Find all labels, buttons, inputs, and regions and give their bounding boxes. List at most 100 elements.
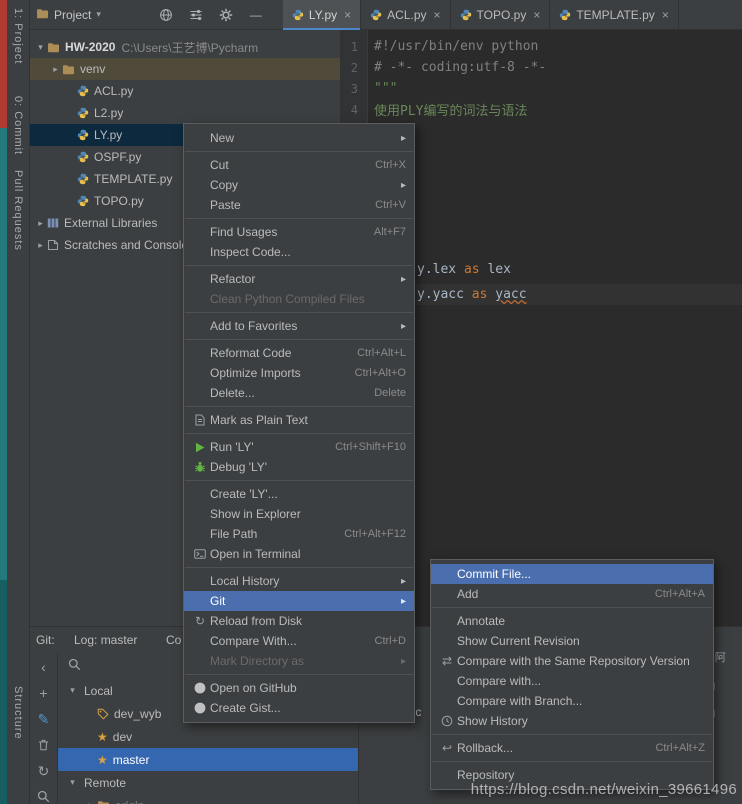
context-menu-item-cut[interactable]: CutCtrl+X — [184, 155, 414, 175]
menu-separator — [432, 734, 712, 735]
tree-item-hw-2020[interactable]: ▾ HW-2020 C:\Users\王艺博\Pycharm — [30, 36, 340, 58]
menu-item-label: Mark as Plain Text — [210, 413, 308, 427]
tab-close-icon[interactable]: × — [533, 8, 540, 22]
editor-tab-topo-py[interactable]: TOPO.py× — [451, 0, 551, 30]
chevron-down-icon[interactable]: ▾ — [66, 777, 79, 788]
editor-line: 1#!/usr/bin/env python — [340, 36, 742, 57]
context-menu-item-find-usages[interactable]: Find UsagesAlt+F7 — [184, 222, 414, 242]
chevron-right-icon[interactable]: ▸ — [34, 218, 47, 229]
back-icon[interactable]: ‹ — [36, 659, 52, 674]
branch-label: Remote — [84, 776, 126, 790]
git-submenu-item-annotate[interactable]: Annotate — [431, 611, 713, 631]
desktop-edge-strip — [0, 128, 7, 580]
toolwindow-button-project[interactable]: 1: Project — [12, 8, 24, 64]
context-menu-item-new[interactable]: New▸ — [184, 128, 414, 148]
git-submenu-item-add[interactable]: AddCtrl+Alt+A — [431, 584, 713, 604]
menu-item-label: Find Usages — [210, 225, 277, 239]
chevron-right-icon[interactable]: ▸ — [34, 240, 47, 251]
menu-separator — [185, 480, 413, 481]
context-menu-item-open-on-github[interactable]: Open on GitHub — [184, 678, 414, 698]
context-menu-item-add-to-favorites[interactable]: Add to Favorites▸ — [184, 316, 414, 336]
minimize-icon[interactable]: — — [247, 6, 265, 24]
find-icon[interactable] — [36, 789, 52, 804]
tree-item-venv[interactable]: ▸venv — [30, 58, 340, 80]
chevron-down-icon[interactable]: ▾ — [66, 685, 79, 696]
toolwindow-button-pull-requests[interactable]: Pull Requests — [12, 170, 24, 251]
context-menu-item-show-in-explorer[interactable]: Show in Explorer — [184, 504, 414, 524]
refresh-icon[interactable]: ↻ — [36, 763, 52, 778]
chevron-right-icon[interactable]: ▸ — [84, 800, 97, 804]
refresh-icon: ↻ — [38, 764, 50, 778]
submenu-arrow-icon: ▸ — [385, 576, 406, 587]
gear-icon[interactable] — [217, 6, 235, 24]
menu-item-label: Local History — [210, 574, 279, 588]
tab-label: ACL.py — [387, 8, 426, 22]
context-menu-item-open-in-terminal[interactable]: Open in Terminal — [184, 544, 414, 564]
code-text: 使用PLY编写的词法与语法 — [374, 100, 527, 119]
branch-item-dev[interactable]: ★dev — [58, 725, 358, 748]
context-menu-item-create-gist[interactable]: Create Gist... — [184, 698, 414, 718]
watermark-text: https://blog.csdn.net/weixin_39661496 — [471, 781, 737, 798]
context-menu-item-create-ly[interactable]: Create 'LY'... — [184, 484, 414, 504]
context-menu-item-copy[interactable]: Copy▸ — [184, 175, 414, 195]
menu-separator — [185, 339, 413, 340]
chevron-down-icon[interactable]: ▾ — [34, 42, 47, 53]
menu-item-label: Show History — [457, 714, 528, 728]
add-icon[interactable]: + — [36, 685, 52, 700]
context-menu-item-mark-as-plain-text[interactable]: Mark as Plain Text — [184, 410, 414, 430]
context-menu-item-compare-with[interactable]: Compare With...Ctrl+D — [184, 631, 414, 651]
context-menu-item-run-ly[interactable]: Run 'LY'Ctrl+Shift+F10 — [184, 437, 414, 457]
globe-icon[interactable] — [157, 6, 175, 24]
git-submenu-item-compare-with-branch[interactable]: Compare with Branch... — [431, 691, 713, 711]
git-submenu-item-rollback[interactable]: ↩Rollback...Ctrl+Alt+Z — [431, 738, 713, 758]
git-submenu-item-show-current-revision[interactable]: Show Current Revision — [431, 631, 713, 651]
toolwindow-button-commit[interactable]: 0: Commit — [12, 96, 24, 155]
git-submenu-item-show-history[interactable]: Show History — [431, 711, 713, 731]
context-menu-item-git[interactable]: Git▸ — [184, 591, 414, 611]
project-toolwindow-header[interactable]: Project ▾ — [36, 8, 101, 22]
tree-item-l2-py[interactable]: L2.py — [30, 102, 340, 124]
tab-close-icon[interactable]: × — [344, 8, 351, 22]
git-submenu-item-compare-with-the-same-repository-version[interactable]: ⇄Compare with the Same Repository Versio… — [431, 651, 713, 671]
context-menu-item-reformat-code[interactable]: Reformat CodeCtrl+Alt+L — [184, 343, 414, 363]
context-menu-item-local-history[interactable]: Local History ▸ — [184, 571, 414, 591]
plain-text-icon — [195, 414, 205, 426]
context-menu-item-delete[interactable]: Delete...Delete — [184, 383, 414, 403]
menu-shortcut: Ctrl+Alt+A — [639, 588, 705, 600]
branch-item-origin[interactable]: ▸origin — [58, 794, 358, 804]
context-menu-item-file-path[interactable]: File PathCtrl+Alt+F12 — [184, 524, 414, 544]
menu-item-label: Reload from Disk — [210, 614, 302, 628]
tree-item-acl-py[interactable]: ACL.py — [30, 80, 340, 102]
context-menu-item-inspect-code[interactable]: Inspect Code... — [184, 242, 414, 262]
branch-item-master[interactable]: ★master — [58, 748, 358, 771]
editor-line: 4使用PLY编写的词法与语法 — [340, 99, 742, 120]
chevron-right-icon[interactable]: ▸ — [49, 64, 62, 75]
toolwindow-button-structure[interactable]: Structure — [12, 686, 24, 740]
edit-icon[interactable]: ✎ — [36, 711, 52, 726]
context-menu-item-reload-from-disk[interactable]: ↻Reload from Disk — [184, 611, 414, 631]
delete-icon[interactable] — [36, 737, 52, 752]
menu-item-label: Paste — [210, 198, 241, 212]
tree-item-path: C:\Users\王艺博\Pycharm — [121, 39, 258, 56]
context-menu-item-paste[interactable]: PasteCtrl+V — [184, 195, 414, 215]
git-submenu-item-commit-file[interactable]: Commit File... — [431, 564, 713, 584]
editor-tab-ly-py[interactable]: LY.py× — [283, 0, 361, 30]
submenu-arrow-icon: ▸ — [385, 596, 406, 607]
python-icon — [292, 9, 304, 21]
toolbar-icons: — — [157, 6, 265, 24]
code-line-import-lex: y.lex as lex — [417, 262, 511, 277]
editor-tab-acl-py[interactable]: ACL.py × — [361, 0, 450, 30]
tab-log-master[interactable]: Log: master — [74, 633, 137, 647]
git-submenu-item-compare-with[interactable]: Compare with... — [431, 671, 713, 691]
menu-item-icon-slot: ⇄ — [437, 655, 457, 667]
tab-console[interactable]: Co — [166, 633, 181, 647]
branch-item-remote[interactable]: ▾ Remote — [58, 771, 358, 794]
context-menu-item-optimize-imports[interactable]: Optimize ImportsCtrl+Alt+O — [184, 363, 414, 383]
tab-close-icon[interactable]: × — [434, 8, 441, 22]
sliders-icon[interactable] — [187, 6, 205, 24]
tree-item-label: HW-2020 — [65, 40, 115, 54]
editor-tab-template-py[interactable]: TEMPLATE.py× — [550, 0, 678, 30]
context-menu-item-debug-ly[interactable]: Debug 'LY' — [184, 457, 414, 477]
tab-close-icon[interactable]: × — [662, 8, 669, 22]
context-menu-item-refactor[interactable]: Refactor▸ — [184, 269, 414, 289]
